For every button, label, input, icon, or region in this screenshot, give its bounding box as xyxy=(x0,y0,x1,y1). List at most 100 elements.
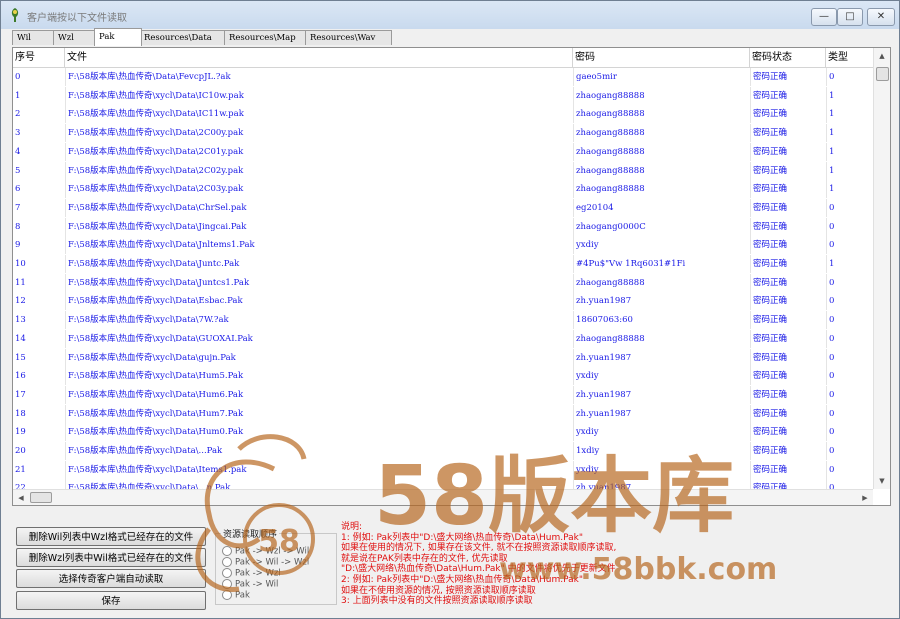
table-row[interactable]: 12 F:\58版本库\热血传奇\xycl\Data\Esbac.Pak zh.yu… xyxy=(13,292,874,311)
row-index: 14 xyxy=(15,333,26,344)
table-row[interactable]: 18 F:\58版本库\热血传奇\xycl\Data\Hum7.Pak zh.yua… xyxy=(13,404,874,424)
scroll-right-icon[interactable]: ▶ xyxy=(857,490,873,505)
minimize-icon: — xyxy=(819,11,829,22)
horizontal-scroll-thumb[interactable] xyxy=(30,492,52,503)
row-file: F:\58版本库\热血传奇\xycl\Data\Hum7.Pak xyxy=(65,404,572,423)
auto-read-client-button[interactable]: 选择传奇客户端自动读取 xyxy=(16,569,206,588)
table-row[interactable]: 15 F:\58版本库\热血传奇\xycl\Data\gujn.Pak zh.yua… xyxy=(13,348,874,368)
row-password: #4Pu$"Vw 1Rq6031#1Fi xyxy=(573,255,749,273)
pak-file-list[interactable]: 序号 文件 密码 密码状态 类型 0 F:\58版本库\热血传奇\Data\Fev… xyxy=(12,47,891,506)
read-order-option[interactable]: Pak -> Wil -> Wzl xyxy=(222,557,309,568)
table-row[interactable]: 4 F:\58版本库\热血传奇\xycl\Data\2C01y.pak zhaoga… xyxy=(13,142,874,162)
table-row[interactable]: 2 F:\58版本库\热血传奇\xycl\Data\IC11w.pak zhaoga… xyxy=(13,105,874,124)
row-type: 0 xyxy=(826,460,874,479)
row-index: 12 xyxy=(15,296,26,307)
table-row[interactable]: 1 F:\58版本库\热血传奇\xycl\Data\IC10w.pak zhaoga… xyxy=(13,86,874,106)
table-row[interactable]: 6 F:\58版本库\热血传奇\xycl\Data\2C03y.pak zhaoga… xyxy=(13,180,874,199)
instructions-title: 说明: xyxy=(341,522,363,532)
row-type: 0 xyxy=(826,479,874,489)
column-header-password[interactable]: 密码 xyxy=(573,48,750,67)
row-type: 1 xyxy=(826,255,874,273)
status-bar xyxy=(1,610,899,618)
tab-wzl[interactable]: Wzl xyxy=(53,30,95,45)
table-body: 0 F:\58版本库\热血传奇\Data\FevcpJL.?ak gaeo5mir 密… xyxy=(13,68,874,489)
delete-wil-duplicates-button[interactable]: 删除Wil列表中Wzl格式已经存在的文件 xyxy=(16,527,206,546)
scroll-left-icon[interactable]: ◀ xyxy=(13,490,29,505)
row-password: eg20104 xyxy=(573,198,749,217)
table-row[interactable]: 11 F:\58版本库\热血传奇\xycl\Data\Juntcs1.Pak zha… xyxy=(13,273,874,293)
row-password: zhaogang88888 xyxy=(573,180,749,199)
row-password-status: 密码正确 xyxy=(750,142,826,161)
row-password: zhaogang88888 xyxy=(573,161,749,180)
table-row[interactable]: 16 F:\58版本库\热血传奇\xycl\Data\Hum5.Pak yxdiy 密… xyxy=(13,367,874,386)
tab-wil[interactable]: Wil xyxy=(12,30,54,45)
row-password-status: 密码正确 xyxy=(750,68,826,86)
tab-resources-wav[interactable]: Resources\Wav xyxy=(305,30,392,45)
table-row[interactable]: 7 F:\58版本库\热血传奇\xycl\Data\ChrSel.pak eg201… xyxy=(13,198,874,218)
row-file: F:\58版本库\热血传奇\xycl\Data\IC11w.pak xyxy=(65,105,572,124)
table-row[interactable]: 21 F:\58版本库\热血传奇\xycl\Data\Items1.pak yxdi… xyxy=(13,460,874,480)
read-order-option[interactable]: Pak -> Wil xyxy=(222,579,278,590)
row-type: 0 xyxy=(826,329,874,348)
row-password-status: 密码正确 xyxy=(750,217,826,236)
table-row[interactable]: 9 F:\58版本库\热血传奇\xycl\Data\Jnltems1.Pak yxd… xyxy=(13,236,874,255)
scroll-up-icon[interactable]: ▲ xyxy=(874,48,890,64)
title-bar: 客户端按以下文件读取 — □ ✕ xyxy=(1,1,899,29)
table-row[interactable]: 19 F:\58版本库\热血传奇\xycl\Data\Hum0.Pak yxdiy 密… xyxy=(13,423,874,442)
row-password: zhaogang88888 xyxy=(573,124,749,143)
vertical-scroll-thumb[interactable] xyxy=(876,67,889,81)
column-header-file[interactable]: 文件 xyxy=(65,48,573,67)
row-type: 0 xyxy=(826,442,874,460)
row-password-status: 密码正确 xyxy=(750,86,826,105)
minimize-button[interactable]: — xyxy=(811,8,837,26)
horizontal-scrollbar[interactable]: ◀ ▶ xyxy=(13,489,873,505)
row-file: F:\58版本库\热血传奇\xycl\Data\IC10w.pak xyxy=(65,86,572,105)
row-password-status: 密码正确 xyxy=(750,198,826,217)
row-index: 1 xyxy=(15,90,21,101)
scroll-down-icon[interactable]: ▼ xyxy=(874,473,890,489)
read-order-option[interactable]: Pak -> Wzl -> Wil xyxy=(222,546,309,557)
table-row[interactable]: 20 F:\58版本库\热血传奇\xycl\Data\...Pak 1xdiy 密码正… xyxy=(13,442,874,461)
tab-resources-data[interactable]: Resources\Data xyxy=(139,30,229,45)
row-password: yxdiy xyxy=(573,460,749,479)
table-row[interactable]: 17 F:\58版本库\热血传奇\xycl\Data\Hum6.Pak zh.yua… xyxy=(13,385,874,405)
row-password: yxdiy xyxy=(573,236,749,255)
column-header-type[interactable]: 类型 xyxy=(826,48,874,67)
column-header-index[interactable]: 序号 xyxy=(13,48,65,67)
save-button[interactable]: 保存 xyxy=(16,591,206,610)
column-header-password-status[interactable]: 密码状态 xyxy=(750,48,826,67)
row-index: 22 xyxy=(15,483,26,489)
table-row[interactable]: 14 F:\58版本库\热血传奇\xycl\Data\GUOXAI.Pak zhao… xyxy=(13,329,874,349)
row-index: 19 xyxy=(15,427,26,438)
row-index: 0 xyxy=(15,72,21,82)
row-index: 13 xyxy=(15,315,26,326)
table-row[interactable]: 5 F:\58版本库\热血传奇\xycl\Data\2C02y.pak zhaoga… xyxy=(13,161,874,181)
row-password: yxdiy xyxy=(573,367,749,386)
row-type: 0 xyxy=(826,198,874,217)
table-row[interactable]: 10 F:\58版本库\热血传奇\xycl\Data\Juntc.Pak #4Pu$… xyxy=(13,255,874,274)
read-order-option[interactable]: Pak xyxy=(222,590,250,601)
row-password: zhaogang88888 xyxy=(573,142,749,161)
maximize-button[interactable]: □ xyxy=(837,8,863,26)
read-order-option[interactable]: Pak -> Wzl xyxy=(222,568,281,579)
row-file: F:\58版本库\热血传奇\xycl\Data\7W.?ak xyxy=(65,311,572,330)
row-password-status: 密码正确 xyxy=(750,124,826,143)
row-type: 0 xyxy=(826,367,874,386)
vertical-scrollbar[interactable]: ▲ ▼ xyxy=(873,48,890,489)
tab-pak[interactable]: Pak xyxy=(94,28,142,46)
close-button[interactable]: ✕ xyxy=(867,8,895,26)
delete-wzl-duplicates-button[interactable]: 删除Wzl列表中Wil格式已经存在的文件 xyxy=(16,548,206,567)
row-type: 0 xyxy=(826,348,874,367)
table-row[interactable]: 3 F:\58版本库\热血传奇\xycl\Data\2C00y.pak zhaoga… xyxy=(13,124,874,143)
table-row[interactable]: 0 F:\58版本库\热血传奇\Data\FevcpJL.?ak gaeo5mir 密… xyxy=(13,68,874,87)
radio-icon xyxy=(222,579,232,589)
row-password: zh.yuan1987 xyxy=(573,479,749,489)
table-row[interactable]: 22 F:\58版本库\热血传奇\xycl\Data\...n.Pak zh.yua… xyxy=(13,479,874,489)
row-password-status: 密码正确 xyxy=(750,348,826,367)
row-index: 4 xyxy=(15,146,21,157)
tab-resources-map[interactable]: Resources\Map xyxy=(224,30,314,45)
radio-icon xyxy=(222,557,232,567)
table-row[interactable]: 13 F:\58版本库\热血传奇\xycl\Data\7W.?ak 18607063… xyxy=(13,311,874,330)
row-file: F:\58版本库\热血传奇\xycl\Data\Items1.pak xyxy=(65,460,572,479)
table-row[interactable]: 8 F:\58版本库\热血传奇\xycl\Data\Jingcai.Pak zhao… xyxy=(13,217,874,237)
